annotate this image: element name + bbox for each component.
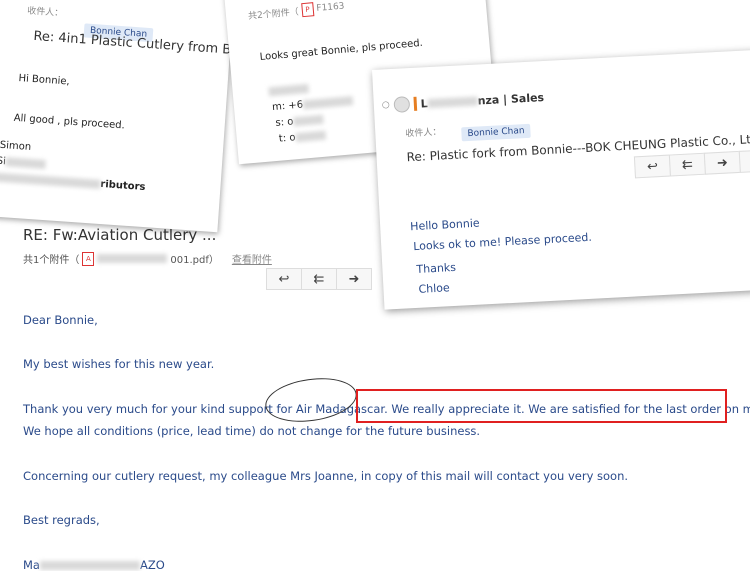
main-email-attachments: 共1个附件（ A 001.pdf） 查看附件 — [23, 251, 272, 266]
reply-all-button[interactable]: ⇇ — [668, 152, 706, 177]
forward-icon: ➜ — [348, 271, 360, 287]
card-body: Looks ok to me! Please proceed. — [412, 230, 593, 254]
main-email-toolbar: ↩ ⇇ ➜ — [266, 268, 372, 290]
reply-button[interactable]: ↩ — [266, 268, 302, 290]
reply-all-icon: ⇇ — [681, 156, 694, 173]
signature: Ma AZO — [23, 558, 165, 571]
card-attachments: 共2个附件（ P F1163 — [247, 1, 345, 22]
email-card-right: ○ Lnza | Sales 收件人： Bonnie Chan Re: Plas… — [372, 49, 750, 310]
closing: Best regrads, — [23, 513, 100, 527]
card-sign-company: ributors — [0, 171, 146, 193]
card-sender: ○ Lnza | Sales — [381, 89, 544, 113]
sender-marker — [413, 96, 418, 111]
body-line: Concerning our cutlery request, my colle… — [23, 469, 629, 483]
view-attachment-link[interactable]: 查看附件 — [232, 251, 272, 266]
contact-mobile: m: +6 — [272, 95, 354, 113]
forward-button[interactable]: ➜ — [703, 150, 741, 175]
card-greeting: Hi Bonnie, — [18, 72, 71, 88]
card-sign-name: Simon — [0, 139, 32, 153]
annotation-highlight-box — [356, 389, 727, 423]
reply-icon: ↩ — [646, 158, 659, 175]
attachment-count: 共1个附件（ — [23, 255, 80, 266]
body-line: We hope all conditions (price, lead time… — [23, 424, 481, 438]
email-card-left: 收件人： Bonnie Chan Re: 4in1 Plastic Cutler… — [0, 0, 235, 233]
contact-skype: s: o — [275, 114, 324, 129]
forward-button[interactable]: ➜ — [336, 268, 372, 290]
annotation-circle — [262, 372, 360, 428]
card-body: Looks great Bonnie, pls proceed. — [259, 37, 424, 64]
recipient-chip[interactable]: Bonnie Chan — [461, 123, 531, 142]
card-body: All good , pls proceed. — [13, 112, 126, 132]
redacted-filename — [97, 254, 168, 263]
more-button[interactable] — [738, 149, 750, 173]
reply-all-button[interactable]: ⇇ — [301, 268, 337, 290]
body-line: My best wishes for this new year. — [23, 357, 215, 371]
reply-icon: ↩ — [278, 271, 290, 287]
reply-all-icon: ⇇ — [313, 271, 325, 287]
redacted-name — [39, 561, 140, 570]
screenshot-collage: RE: Fw:Aviation Cutlery ... 共1个附件（ A 001… — [0, 0, 750, 571]
card-sign-title: Si — [0, 156, 47, 170]
pdf-icon: A — [82, 251, 95, 266]
attachment-filename: 001.pdf） — [170, 255, 219, 266]
pdf-icon: P — [300, 2, 315, 18]
recipient-label: 收件人： — [26, 6, 64, 19]
card-thanks: Thanks — [416, 260, 457, 276]
contact-telephone: t: o — [278, 130, 326, 145]
card-sign: Chloe — [418, 281, 451, 296]
greeting: Dear Bonnie, — [23, 313, 98, 327]
card-toolbar: ↩ ⇇ ➜ — [633, 149, 750, 179]
card-greeting: Hello Bonnie — [409, 216, 480, 234]
avatar — [393, 96, 411, 113]
recipient-label: 收件人： — [405, 127, 442, 140]
forward-icon: ➜ — [716, 155, 729, 171]
reply-button[interactable]: ↩ — [633, 154, 671, 179]
